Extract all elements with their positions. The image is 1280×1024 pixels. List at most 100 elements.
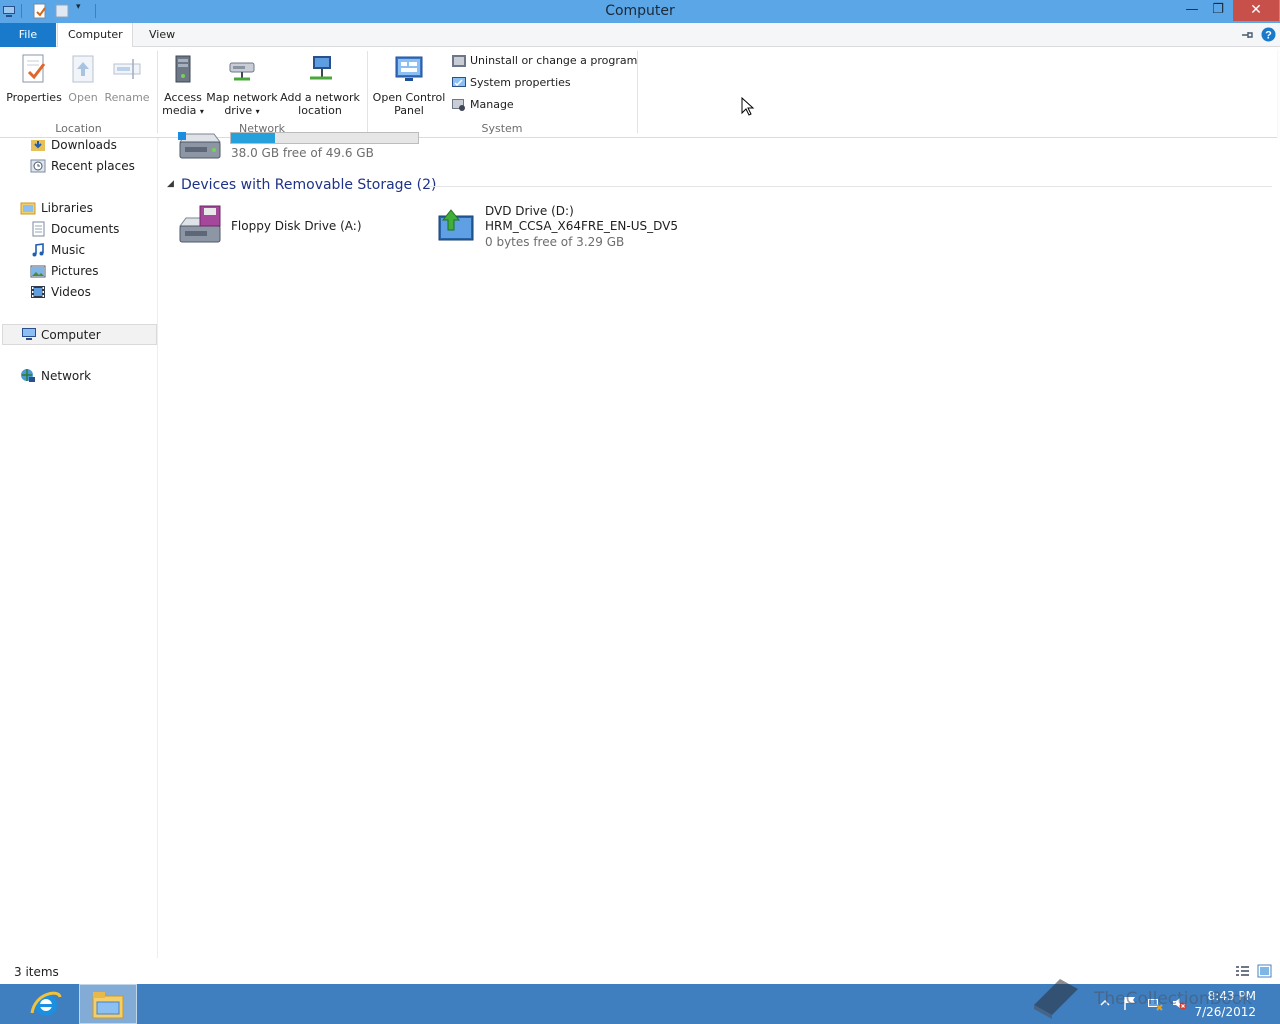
music-icon [32, 243, 44, 257]
add-location-label-2: location [298, 104, 342, 117]
network-location-icon [310, 56, 332, 80]
minimize-button[interactable]: — [1180, 0, 1204, 21]
control-panel-label-2: Panel [394, 104, 424, 117]
location-group-label: Location [55, 122, 102, 135]
floppy-drive-item[interactable]: Floppy Disk Drive (A:) [176, 204, 421, 250]
properties-icon [22, 54, 46, 83]
nav-item-libraries[interactable]: Libraries [20, 198, 157, 218]
nav-item-computer[interactable]: Computer [2, 324, 157, 345]
chevron-down-icon: ▾ [255, 107, 260, 116]
manage-icon [452, 99, 465, 111]
taskbar-file-explorer[interactable] [79, 984, 137, 1024]
libraries-icon [20, 202, 36, 215]
nav-item-documents[interactable]: Documents [30, 219, 157, 239]
computer-icon [22, 328, 36, 340]
nav-item-network[interactable]: Network [20, 366, 157, 386]
system-properties-button[interactable]: System properties [451, 74, 571, 92]
map-network-drive-button[interactable]: Map network drive ▾ [206, 53, 278, 118]
dvd-drive-item[interactable]: DVD Drive (D:) HRM_CCSA_X64FRE_EN-US_DV5… [437, 204, 697, 250]
nav-label-network: Network [41, 369, 92, 383]
rename-label: Rename [104, 91, 150, 104]
file-explorer-icon [92, 992, 124, 1019]
rename-icon [113, 59, 141, 79]
system-properties-label: System properties [470, 76, 571, 89]
network-icon [21, 369, 35, 382]
uninstall-label: Uninstall or change a program [470, 54, 638, 67]
dvd-free-space: 0 bytes free of 3.29 GB [485, 235, 625, 249]
ribbon-panel: Properties Open Rename Location Access m… [0, 47, 1277, 138]
recent-places-icon [30, 159, 46, 173]
nav-label-music: Music [51, 243, 86, 257]
downloads-icon [31, 140, 45, 151]
uninstall-program-button[interactable]: Uninstall or change a program [451, 52, 637, 70]
maximize-button[interactable]: ❐ [1206, 0, 1230, 21]
nav-label-libraries: Libraries [41, 201, 93, 215]
system-properties-icon [452, 77, 466, 87]
videos-icon [31, 286, 45, 298]
internet-explorer-icon [30, 991, 62, 1016]
nav-label-downloads: Downloads [51, 138, 117, 152]
nav-label-computer: Computer [41, 328, 101, 342]
book-logo-icon [1034, 979, 1078, 1019]
tab-computer[interactable]: Computer [57, 23, 133, 48]
hard-drive-icon [178, 132, 221, 159]
nav-item-pictures[interactable]: Pictures [30, 261, 157, 281]
documents-icon [32, 221, 45, 237]
ribbon-tabs: File Computer View ? [0, 23, 1280, 48]
group-collapse-arrow-icon[interactable]: ◢ [167, 179, 174, 189]
network-drive-icon [229, 62, 255, 81]
nav-item-videos[interactable]: Videos [30, 282, 157, 302]
manage-button[interactable]: Manage [451, 96, 514, 114]
watermark-text: TheCollectionBook [1094, 989, 1253, 1009]
open-control-panel-button[interactable]: Open Control Panel [372, 53, 446, 117]
nav-label-videos: Videos [51, 285, 91, 299]
access-media-label-2: media [162, 104, 197, 117]
tab-file[interactable]: File [0, 23, 56, 47]
programs-icon [452, 55, 466, 67]
svg-text:?: ? [1265, 30, 1272, 42]
window-title: Computer [605, 3, 675, 19]
open-label: Open [68, 91, 98, 104]
floppy-drive-name: Floppy Disk Drive (A:) [231, 219, 362, 233]
dvd-volume-label: HRM_CCSA_X64FRE_EN-US_DV5 [485, 219, 678, 233]
dvd-drive-icon [438, 209, 474, 241]
map-drive-label-1: Map network [206, 91, 278, 104]
nav-label-recent-places: Recent places [51, 159, 135, 173]
add-location-label-1: Add a network [280, 91, 360, 104]
pictures-icon [30, 265, 46, 278]
nav-item-recent-places[interactable]: Recent places [30, 156, 157, 176]
title-bar: ▾ Computer — ❐ ✕ [0, 0, 1280, 23]
item-count: 3 items [14, 965, 59, 979]
watermark: TheCollectionBook [1030, 975, 1260, 1023]
nav-item-music[interactable]: Music [30, 240, 157, 260]
open-button[interactable]: Open [64, 53, 102, 104]
properties-label: Properties [6, 91, 62, 104]
media-server-icon [175, 55, 191, 83]
close-button[interactable]: ✕ [1233, 0, 1279, 21]
mouse-cursor-icon [741, 97, 755, 116]
help-icon[interactable]: ? [1261, 27, 1276, 42]
local-disk-progress-fill [231, 133, 275, 143]
manage-label: Manage [470, 98, 514, 111]
local-disk-free-space: 38.0 GB free of 49.6 GB [231, 146, 374, 160]
access-media-button[interactable]: Access media ▾ [161, 53, 205, 118]
properties-button[interactable]: Properties [6, 53, 62, 104]
pin-ribbon-icon[interactable] [1240, 28, 1254, 42]
chevron-down-icon: ▾ [199, 107, 204, 116]
taskbar-internet-explorer[interactable] [17, 984, 75, 1024]
local-disk-item[interactable]: 38.0 GB free of 49.6 GB [176, 132, 426, 164]
control-panel-icon [395, 56, 423, 81]
rename-button[interactable]: Rename [104, 53, 150, 104]
add-network-location-button[interactable]: Add a network location [280, 53, 360, 117]
tab-view[interactable]: View [139, 23, 185, 47]
control-panel-label-1: Open Control [372, 91, 446, 104]
floppy-drive-icon [179, 205, 221, 243]
access-media-label-1: Access [164, 91, 202, 104]
nav-item-downloads[interactable]: Downloads [30, 135, 157, 155]
removable-storage-header[interactable]: Devices with Removable Storage (2) [181, 177, 436, 193]
navigation-pane: Downloads Recent places Libraries Docume… [0, 138, 158, 958]
open-icon [72, 55, 94, 83]
map-drive-label-2: drive [224, 104, 253, 117]
nav-label-documents: Documents [51, 222, 120, 236]
content-pane: 38.0 GB free of 49.6 GB ◢ Devices with R… [159, 97, 1280, 958]
